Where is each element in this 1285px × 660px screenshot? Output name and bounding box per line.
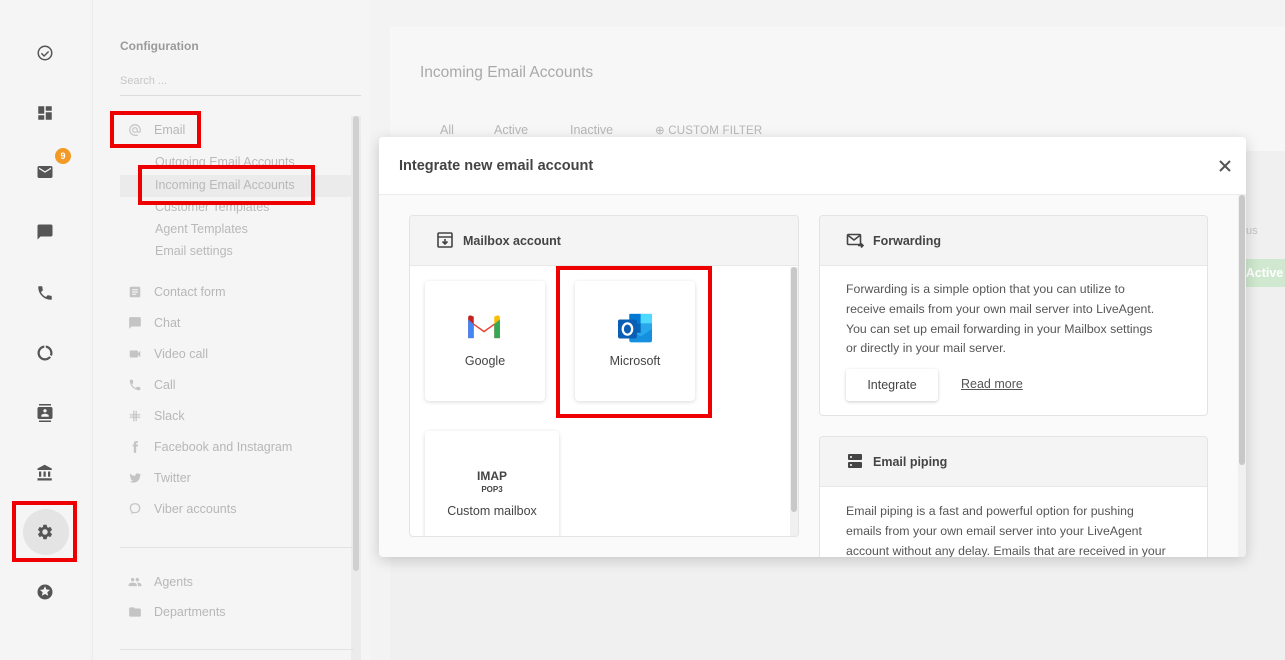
rail-mail[interactable]: 9 <box>15 147 75 197</box>
nav-email[interactable]: Email <box>128 123 185 137</box>
facebook-icon <box>132 441 139 453</box>
config-divider <box>120 547 354 548</box>
read-more-link[interactable]: Read more <box>961 377 1023 391</box>
config-title: Configuration <box>120 39 199 53</box>
forwarding-panel-header: Forwarding <box>820 216 1207 266</box>
mail-forward-icon <box>846 231 865 249</box>
bank-icon <box>37 464 52 481</box>
tab-inactive[interactable]: Inactive <box>570 123 613 137</box>
modal-header: Integrate new email account <box>379 137 1246 195</box>
nav-viber-accounts[interactable]: Viber accounts <box>128 502 236 516</box>
outlook-icon <box>618 313 652 343</box>
archive-icon <box>436 231 454 249</box>
config-search-input[interactable] <box>120 66 361 96</box>
piping-description: Email piping is a fast and powerful opti… <box>846 504 1166 557</box>
google-tile[interactable]: Google <box>425 281 545 401</box>
tab-active[interactable]: Active <box>494 123 528 137</box>
plus-circle-icon: ⊕ <box>655 125 665 137</box>
mail-icon <box>37 166 53 178</box>
nav-outgoing-email-accounts[interactable]: Outgoing Email Accounts <box>155 155 295 169</box>
chat-icon <box>129 317 141 329</box>
tab-custom-filter[interactable]: ⊕ CUSTOM FILTER <box>655 123 762 137</box>
forwarding-panel-title: Forwarding <box>873 234 942 248</box>
at-icon <box>129 124 141 136</box>
rail-chat[interactable] <box>15 207 75 257</box>
folder-icon <box>129 607 141 617</box>
mailbox-panel-title: Mailbox account <box>463 234 561 248</box>
pop3-label: POP3 <box>481 485 503 494</box>
google-label: Google <box>464 354 506 368</box>
rail-configuration[interactable] <box>15 507 75 557</box>
mailbox-panel-header: Mailbox account <box>410 216 798 266</box>
rail-calls[interactable] <box>15 268 75 318</box>
status-badge: Active <box>1242 259 1285 287</box>
mail-badge: 9 <box>55 148 71 164</box>
nav-call[interactable]: Call <box>128 378 176 392</box>
icon-rail: 9 <box>0 0 90 660</box>
mailbox-account-panel: Mailbox account Google Microsoft IMAP PO… <box>409 215 799 537</box>
nav-incoming-email-accounts[interactable]: Incoming Email Accounts <box>155 178 295 192</box>
viber-icon <box>129 503 141 515</box>
nav-twitter[interactable]: Twitter <box>128 471 191 485</box>
rail-plugins[interactable] <box>15 567 75 617</box>
microsoft-label: Microsoft <box>609 354 661 368</box>
form-icon <box>129 286 141 298</box>
mailbox-scrollbar[interactable] <box>790 267 798 536</box>
contacts-icon <box>37 404 53 422</box>
phone-icon <box>129 379 141 391</box>
close-icon <box>1219 160 1231 172</box>
nav-customer-templates[interactable]: Customer Templates <box>155 200 269 214</box>
nav-departments[interactable]: Departments <box>128 605 226 619</box>
nav-agents[interactable]: Agents <box>128 575 193 589</box>
piping-panel-title: Email piping <box>873 455 948 469</box>
custom-mailbox-tile[interactable]: IMAP POP3 Custom mailbox <box>425 431 559 536</box>
microsoft-tile[interactable]: Microsoft <box>575 281 695 401</box>
gmail-icon <box>468 315 500 339</box>
nav-contact-form[interactable]: Contact form <box>128 285 226 299</box>
integrate-email-modal: Integrate new email account Mailbox acco… <box>379 137 1246 557</box>
gear-icon <box>37 524 53 540</box>
forwarding-panel: Forwarding Forwarding is a simple option… <box>819 215 1208 416</box>
close-button[interactable] <box>1215 156 1235 176</box>
donut-chart-icon <box>37 345 53 361</box>
tab-all[interactable]: All <box>440 123 454 137</box>
email-piping-panel: Email piping Email piping is a fast and … <box>819 436 1208 557</box>
modal-title: Integrate new email account <box>399 158 594 174</box>
server-icon <box>846 452 864 470</box>
video-icon <box>129 350 141 358</box>
nav-video-call[interactable]: Video call <box>128 347 208 361</box>
config-divider-bottom <box>120 649 354 650</box>
integrate-button[interactable]: Integrate <box>846 369 938 401</box>
page-title: Incoming Email Accounts <box>420 64 594 81</box>
imap-label: IMAP <box>477 469 507 483</box>
phone-icon <box>38 286 52 300</box>
main-header: Incoming Email Accounts All Active Inact… <box>390 27 1285 151</box>
nav-chat[interactable]: Chat <box>128 316 180 330</box>
rail-knowledgebase[interactable] <box>15 448 75 498</box>
slack-icon <box>129 410 141 422</box>
nav-slack[interactable]: Slack <box>128 409 185 423</box>
custom-mailbox-label: Custom mailbox <box>447 504 537 518</box>
forwarding-description: Forwarding is a simple option that you c… <box>846 282 1155 356</box>
rail-reports[interactable] <box>15 328 75 378</box>
nav-email-settings[interactable]: Email settings <box>155 244 233 258</box>
rail-contacts[interactable] <box>15 388 75 438</box>
nav-facebook-instagram[interactable]: Facebook and Instagram <box>128 440 292 454</box>
people-icon <box>128 577 142 587</box>
config-scrollbar[interactable] <box>353 116 359 571</box>
dashboard-icon <box>38 106 52 120</box>
configuration-panel: Configuration Email Outgoing Email Accou… <box>92 0 370 660</box>
rail-dashboard[interactable] <box>15 88 75 138</box>
check-circle-icon <box>37 45 53 61</box>
nav-email-label: Email <box>154 123 186 137</box>
twitter-icon <box>129 473 142 483</box>
nav-agent-templates[interactable]: Agent Templates <box>155 222 248 236</box>
chat-icon <box>37 224 53 240</box>
rail-tickets[interactable] <box>15 28 75 78</box>
star-circle-icon <box>37 584 53 600</box>
piping-panel-header: Email piping <box>820 437 1207 487</box>
modal-scrollbar[interactable] <box>1238 195 1246 557</box>
